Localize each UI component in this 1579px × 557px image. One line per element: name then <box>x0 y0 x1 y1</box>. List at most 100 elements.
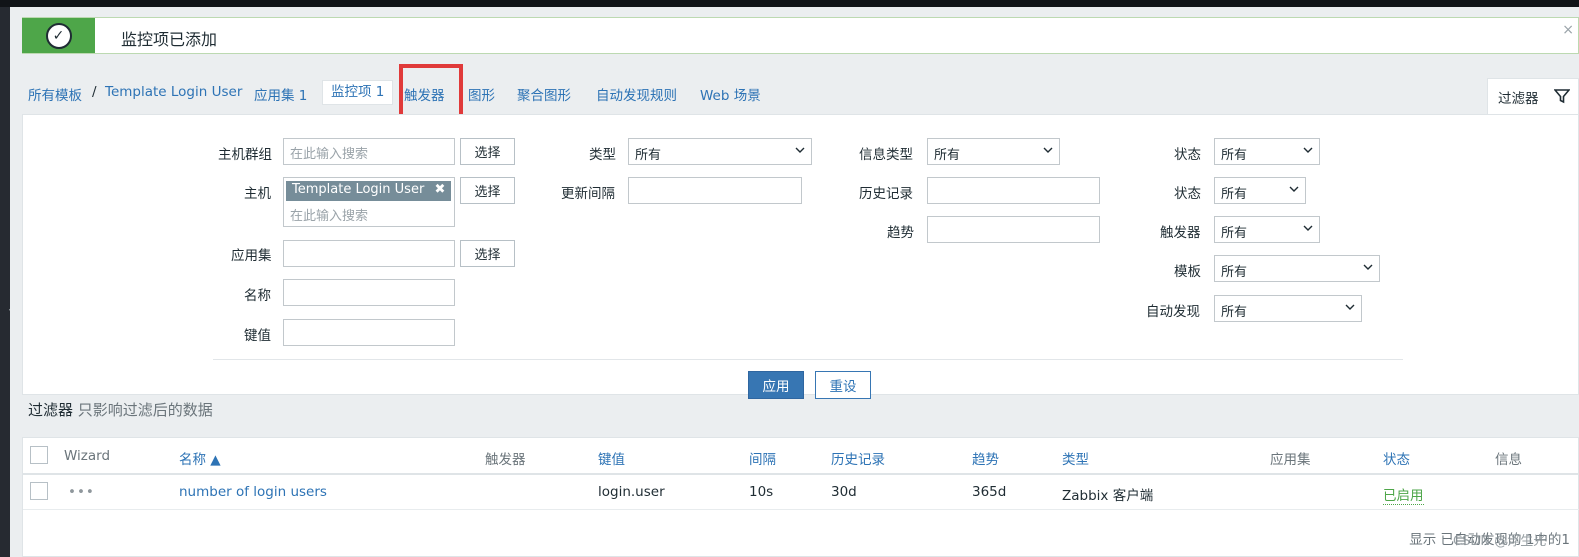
host-select-button[interactable]: 选择 <box>460 177 515 204</box>
col-history[interactable]: 历史记录 <box>831 448 885 468</box>
tab-discovery-rules[interactable]: 自动发现规则 <box>596 84 677 104</box>
breadcrumb-all-templates[interactable]: 所有模板 <box>28 84 82 104</box>
filter-note-subtitle: 只影响过滤后的数据 <box>77 401 213 419</box>
application-label: 应用集 <box>231 248 272 264</box>
chevron-down-icon <box>795 147 805 153</box>
main-content: ✓ 监控项已添加 × 所有模板 / Template Login User 应用… <box>10 7 1579 557</box>
history-input[interactable] <box>927 177 1100 204</box>
host-multiselect[interactable]: Template Login User ✖ 在此输入搜索 <box>283 177 455 227</box>
col-status[interactable]: 状态 <box>1383 448 1410 468</box>
breadcrumb-template[interactable]: Template Login User <box>105 84 242 100</box>
triggers-select[interactable]: 所有 <box>1214 216 1320 243</box>
item-name-link[interactable]: number of login users <box>179 484 327 500</box>
trends-label: 趋势 <box>887 225 914 241</box>
discovery-select[interactable]: 所有 <box>1214 295 1362 322</box>
reset-button[interactable]: 重设 <box>815 371 871 399</box>
type-select-value: 所有 <box>635 148 662 163</box>
interval-input[interactable] <box>628 177 802 204</box>
left-sidebar-edge: ‹ <box>0 7 15 557</box>
triggers-label: 触发器 <box>1160 225 1201 241</box>
key-input[interactable] <box>283 319 455 346</box>
tab-web-scenarios[interactable]: Web 场景 <box>700 84 761 104</box>
remove-tag-icon[interactable]: ✖ <box>434 182 445 197</box>
host-tag-label: Template Login User <box>292 182 425 197</box>
template-select[interactable]: 所有 <box>1214 255 1380 282</box>
success-message-text: 监控项已添加 <box>121 30 218 49</box>
item-key: login.user <box>598 484 665 500</box>
chevron-down-icon <box>1303 225 1313 231</box>
name-label: 名称 <box>244 288 271 304</box>
info-type-label: 信息类型 <box>859 147 913 163</box>
info-type-select[interactable]: 所有 <box>927 138 1060 165</box>
interval-label: 更新间隔 <box>561 186 615 202</box>
watermark: CSDN @浮生光 <box>1453 534 1547 549</box>
status-select[interactable]: 所有 <box>1214 138 1320 165</box>
filter-panel: 主机群组 在此输入搜索 选择 主机 Template Login User ✖ … <box>22 114 1579 399</box>
close-icon[interactable]: × <box>1562 22 1574 38</box>
tab-items[interactable]: 监控项 1 <box>322 80 394 105</box>
type-label: 类型 <box>589 147 616 163</box>
funnel-icon <box>1554 89 1570 104</box>
apply-button[interactable]: 应用 <box>748 371 804 399</box>
select-all-checkbox[interactable] <box>30 446 48 464</box>
template-label: 模板 <box>1174 264 1201 280</box>
host-group-select-button[interactable]: 选择 <box>460 138 515 165</box>
col-interval[interactable]: 间隔 <box>749 448 776 468</box>
check-icon: ✓ <box>45 22 72 49</box>
host-group-input[interactable]: 在此输入搜索 <box>283 138 455 165</box>
type-select[interactable]: 所有 <box>628 138 812 165</box>
state-select-value: 所有 <box>1221 187 1248 202</box>
filter-note-title: 过滤器 <box>28 401 74 419</box>
template-select-value: 所有 <box>1221 265 1248 280</box>
top-bar <box>0 0 1579 7</box>
tab-graphs[interactable]: 图形 <box>468 84 495 104</box>
triggers-select-value: 所有 <box>1221 226 1248 241</box>
item-type: Zabbix 客户端 <box>1062 488 1154 504</box>
tab-aggregate-graphs[interactable]: 聚合图形 <box>517 84 571 104</box>
breadcrumb-separator: / <box>92 84 97 100</box>
host-group-label: 主机群组 <box>218 147 272 163</box>
col-name[interactable]: 名称 ▲ <box>179 448 221 468</box>
col-trends[interactable]: 趋势 <box>972 448 999 468</box>
item-interval: 10s <box>749 484 774 500</box>
col-triggers: 触发器 <box>485 452 526 468</box>
history-label: 历史记录 <box>859 186 913 202</box>
items-table: Wizard 名称 ▲ 触发器 键值 间隔 历史记录 趋势 类型 应用集 状态 … <box>22 437 1579 557</box>
name-input[interactable] <box>283 279 455 306</box>
trends-input[interactable] <box>927 216 1100 243</box>
filter-tab-label: 过滤器 <box>1498 90 1539 107</box>
highlight-box <box>399 64 463 119</box>
state-select[interactable]: 所有 <box>1214 177 1306 204</box>
chevron-down-icon <box>1043 147 1053 153</box>
key-label: 键值 <box>244 328 271 344</box>
host-label: 主机 <box>244 186 271 202</box>
application-select-button[interactable]: 选择 <box>460 240 515 267</box>
col-key[interactable]: 键值 <box>598 448 625 468</box>
item-trends: 365d <box>972 484 1007 500</box>
host-search-placeholder: 在此输入搜索 <box>290 209 369 224</box>
chevron-down-icon <box>1289 186 1299 192</box>
discovery-select-value: 所有 <box>1221 305 1248 320</box>
col-wizard: Wizard <box>64 448 111 464</box>
discovery-label: 自动发现 <box>1146 304 1200 320</box>
success-message: ✓ 监控项已添加 × <box>22 17 1579 54</box>
filter-note: 过滤器 只影响过滤后的数据 <box>28 399 213 420</box>
status-label: 状态 <box>1174 147 1201 163</box>
state-label: 状态 <box>1174 186 1201 202</box>
wizard-menu-icon[interactable]: ••• <box>68 484 95 500</box>
col-info: 信息 <box>1495 452 1522 468</box>
success-status-area: ✓ <box>22 18 95 53</box>
row-checkbox[interactable] <box>30 482 48 500</box>
item-status-link[interactable]: 已启用 <box>1383 484 1424 505</box>
col-type[interactable]: 类型 <box>1062 448 1089 468</box>
filter-divider <box>213 359 1403 360</box>
tab-applications[interactable]: 应用集 1 <box>254 84 307 104</box>
application-input[interactable] <box>283 240 455 267</box>
chevron-down-icon <box>1345 304 1355 310</box>
filter-tab[interactable]: 过滤器 <box>1487 78 1579 114</box>
col-applications: 应用集 <box>1270 452 1311 468</box>
item-history: 30d <box>831 484 857 500</box>
chevron-down-icon <box>1363 264 1373 270</box>
status-select-value: 所有 <box>1221 148 1248 163</box>
row-divider <box>23 509 1579 510</box>
